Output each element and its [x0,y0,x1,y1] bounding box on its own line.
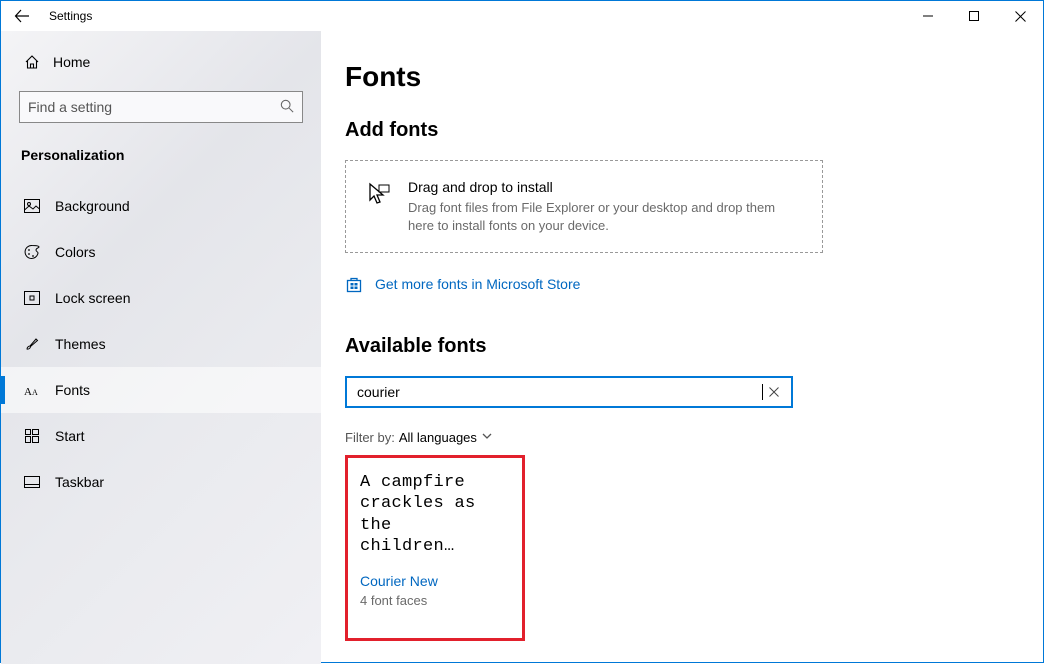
back-button[interactable] [1,1,43,31]
clear-search-button[interactable] [763,381,785,403]
maximize-button[interactable] [951,1,997,31]
category-header: Personalization [1,141,321,183]
dropzone-title: Drag and drop to install [408,179,800,195]
close-icon [1015,11,1026,22]
x-icon [769,387,779,397]
home-nav[interactable]: Home [1,41,321,83]
picture-icon [23,197,41,215]
close-button[interactable] [997,1,1043,31]
sidebar-item-label: Taskbar [55,474,104,490]
window-buttons [905,1,1043,31]
minimize-button[interactable] [905,1,951,31]
content-area: Fonts Add fonts Drag and drop to install… [321,31,1043,664]
font-dropzone[interactable]: Drag and drop to install Drag font files… [345,160,823,253]
window-title: Settings [49,9,92,23]
font-card-courier-new[interactable]: A campfire crackles as the children… Cou… [345,455,525,641]
sidebar-item-label: Themes [55,336,106,352]
arrow-left-icon [14,8,30,24]
palette-icon [23,243,41,261]
sidebar: Home Personalization Background Colors [1,31,321,664]
sidebar-item-fonts[interactable]: AA Fonts [1,367,321,413]
drag-cursor-icon [362,179,394,234]
store-link[interactable]: Get more fonts in Microsoft Store [345,275,1019,293]
svg-text:A: A [24,386,32,397]
store-icon [345,275,363,293]
sidebar-item-start[interactable]: Start [1,413,321,459]
filter-dropdown[interactable]: Filter by: All languages [345,430,1019,445]
store-link-label: Get more fonts in Microsoft Store [375,276,580,292]
search-icon [280,99,294,116]
lockscreen-icon [23,289,41,307]
sidebar-item-label: Background [55,198,130,214]
chevron-down-icon [481,430,493,445]
brush-icon [23,335,41,353]
sidebar-item-label: Lock screen [55,290,130,306]
home-label: Home [53,54,90,70]
font-search-input[interactable] [357,384,761,400]
settings-search[interactable] [19,91,303,123]
add-fonts-heading: Add fonts [345,119,1019,142]
sidebar-item-background[interactable]: Background [1,183,321,229]
titlebar: Settings [1,1,1043,31]
font-search-box[interactable] [345,376,793,408]
font-name-label: Courier New [360,573,510,589]
font-faces-label: 4 font faces [360,593,510,608]
start-icon [23,427,41,445]
sidebar-item-themes[interactable]: Themes [1,321,321,367]
available-fonts-heading: Available fonts [345,335,1019,358]
home-icon [23,53,41,71]
maximize-icon [969,11,979,21]
filter-value: All languages [399,430,477,445]
font-sample-text: A campfire crackles as the children… [360,472,510,557]
page-title: Fonts [345,61,1019,93]
fonts-icon: AA [23,381,41,399]
taskbar-icon [23,473,41,491]
sidebar-item-label: Fonts [55,382,90,398]
sidebar-item-colors[interactable]: Colors [1,229,321,275]
sidebar-item-label: Start [55,428,85,444]
dropzone-subtitle: Drag font files from File Explorer or yo… [408,199,800,234]
filter-label: Filter by: [345,430,395,445]
sidebar-item-lockscreen[interactable]: Lock screen [1,275,321,321]
sidebar-item-label: Colors [55,244,95,260]
settings-search-input[interactable] [28,99,280,115]
minimize-icon [923,11,933,21]
svg-text:A: A [32,388,38,397]
sidebar-item-taskbar[interactable]: Taskbar [1,459,321,505]
